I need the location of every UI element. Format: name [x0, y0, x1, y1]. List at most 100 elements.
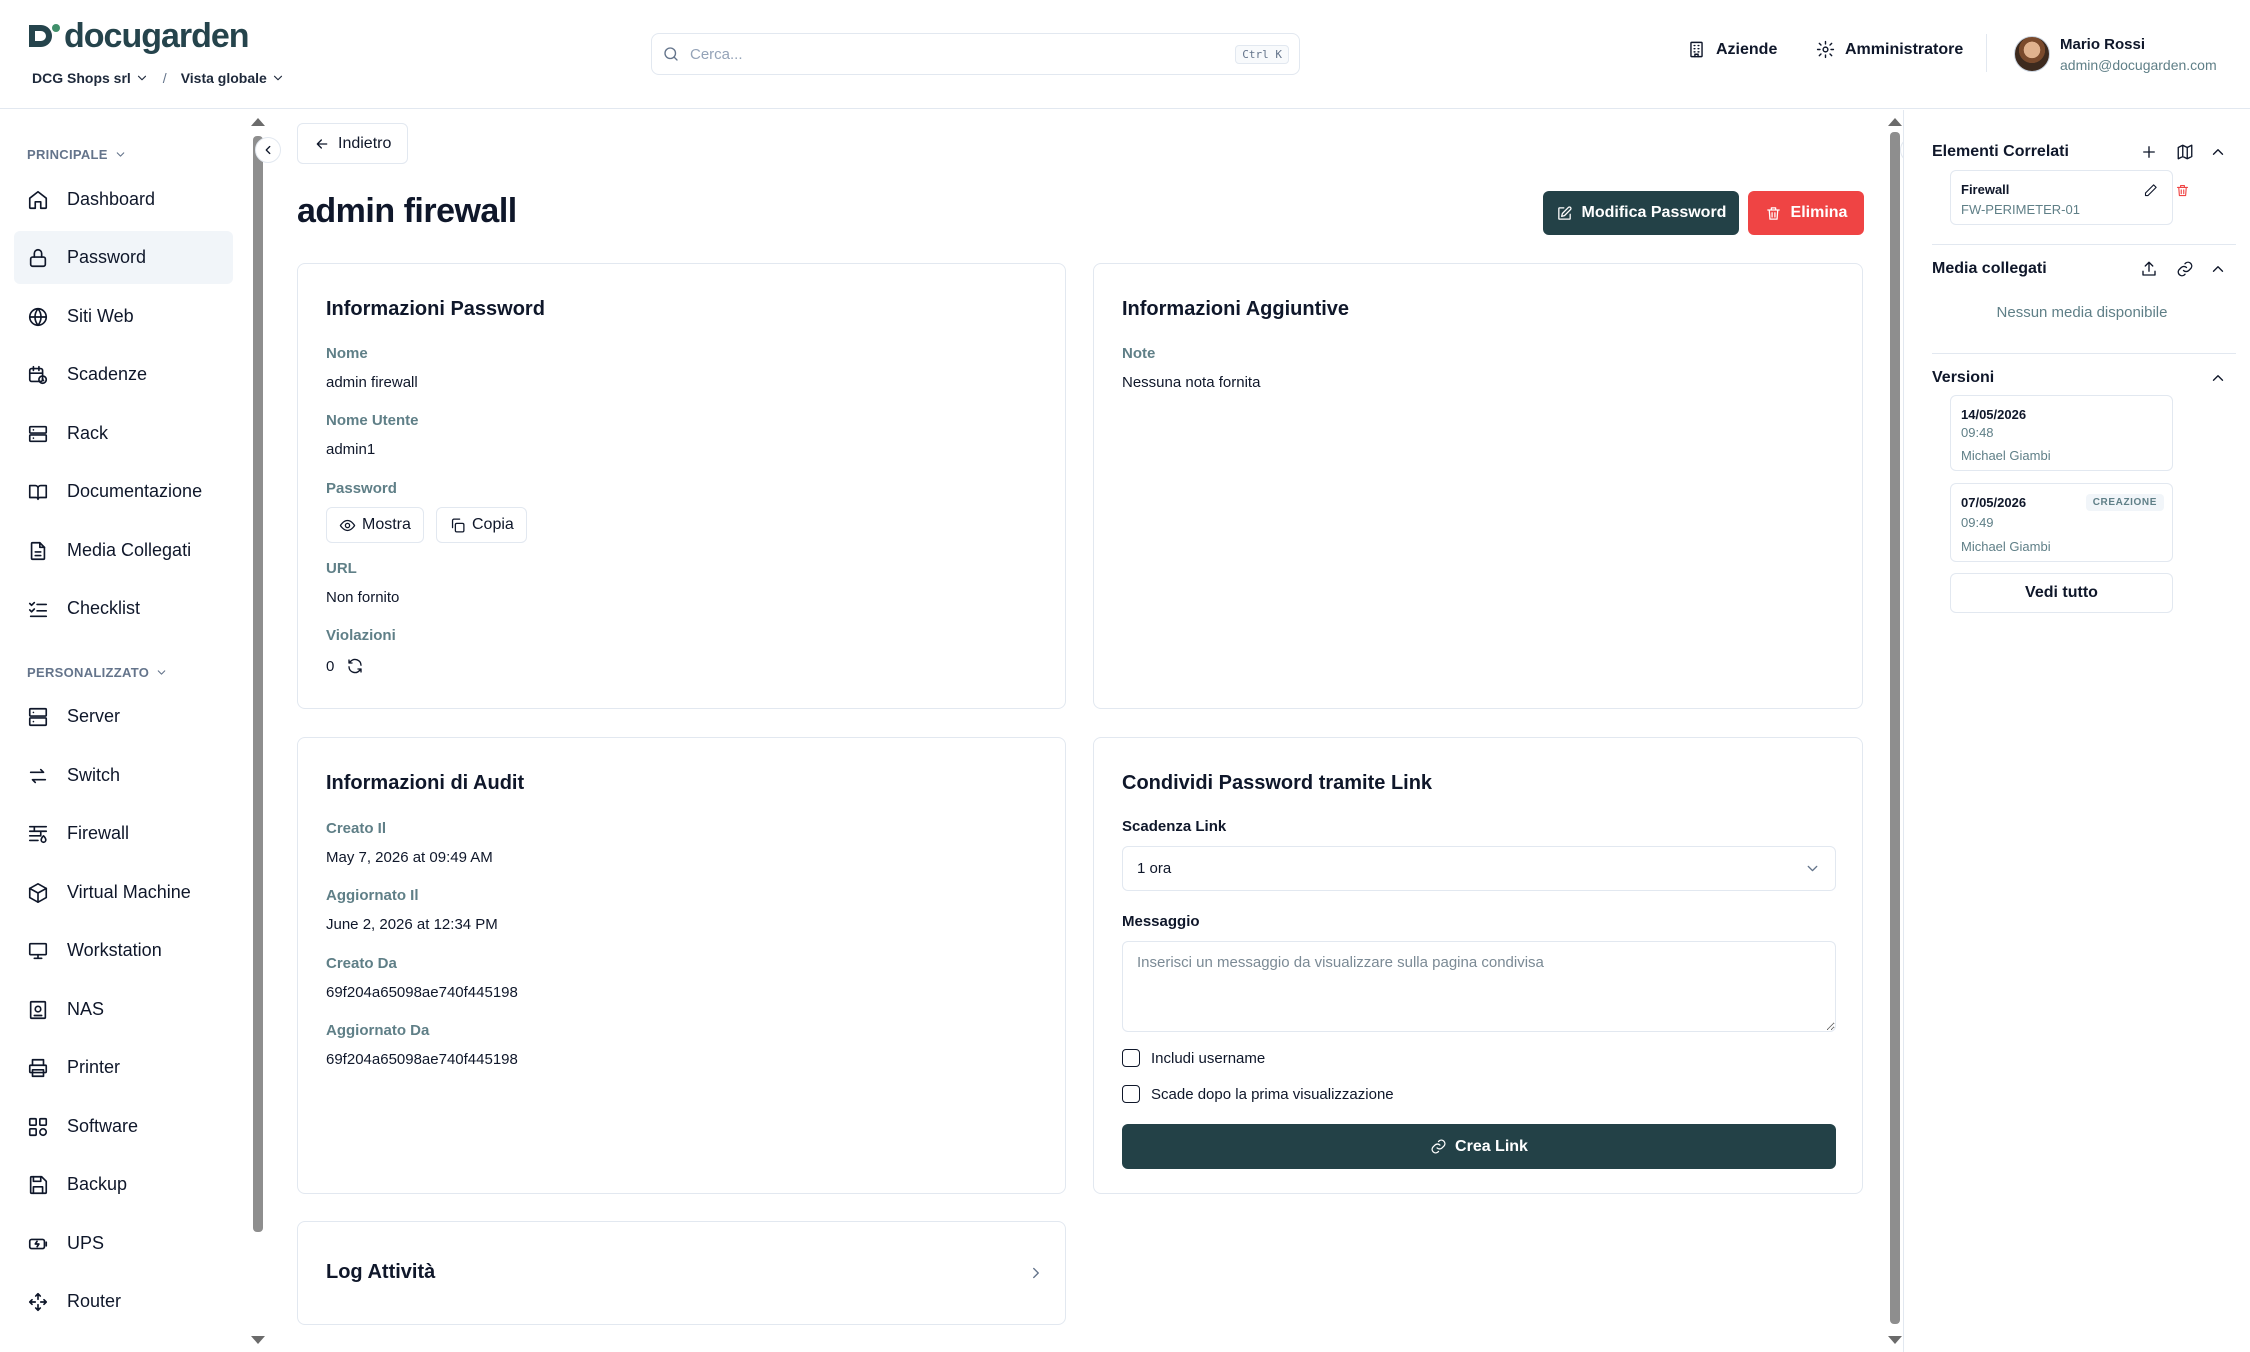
chevron-up-icon — [2212, 266, 2224, 272]
include-username-checkbox[interactable]: Includi username — [1122, 1049, 1265, 1067]
violations-label: Violazioni — [326, 627, 396, 644]
app-logo[interactable]: docugarden — [26, 16, 250, 56]
delete-button[interactable]: Elimina — [1748, 191, 1864, 235]
show-label: Mostra — [362, 516, 411, 533]
upload-icon — [2142, 261, 2156, 276]
expiry-select[interactable]: 1 ora — [1122, 846, 1836, 891]
search-input[interactable] — [690, 45, 1236, 63]
admin-button[interactable]: Amministratore — [1816, 40, 1963, 59]
scrollbar-thumb[interactable] — [1890, 132, 1900, 1324]
message-label: Messaggio — [1122, 913, 1200, 930]
panel-divider — [1932, 353, 2236, 354]
global-search[interactable]: Ctrl K — [651, 33, 1300, 75]
include-username-label: Includi username — [1151, 1049, 1266, 1067]
notes-value: Nessuna nota fornita — [1122, 374, 1261, 391]
section-personalizzato[interactable]: PERSONALIZZATO — [27, 665, 168, 680]
show-password-button[interactable]: Mostra — [326, 507, 424, 543]
sidebar-item-server[interactable]: Server — [14, 690, 233, 743]
expire-after-first-checkbox[interactable]: Scade dopo la prima visualizzazione — [1122, 1085, 1394, 1103]
edit-password-button[interactable]: Modifica Password — [1543, 191, 1739, 235]
version-author: Michael Giambi — [1961, 539, 2051, 554]
collapse-related-toggle[interactable] — [2209, 143, 2227, 161]
upload-button[interactable] — [2140, 260, 2158, 278]
view-label: Vista globale — [180, 70, 267, 86]
sidebar-item-checklist[interactable]: Checklist — [14, 582, 233, 635]
copy-password-button[interactable]: Copia — [436, 507, 527, 543]
sidebar-item-documentazione[interactable]: Documentazione — [14, 465, 233, 518]
right-panel: Elementi Correlati Firewall FW-PERIMETER… — [1903, 110, 2250, 1352]
scrollbar-thumb[interactable] — [253, 136, 263, 1232]
search-icon — [664, 47, 678, 61]
version-date: 07/05/2026 — [1961, 495, 2027, 510]
sidebar-item-backup[interactable]: Backup — [14, 1158, 233, 1211]
sidebar-item-firewall[interactable]: Firewall — [14, 807, 233, 860]
sidebar-item-virtual-machine[interactable]: Virtual Machine — [14, 866, 233, 919]
companies-button[interactable]: Aziende — [1687, 40, 1777, 59]
created-by-value: 69f204a65098ae740f445198 — [326, 984, 518, 1001]
section-principale[interactable]: PRINCIPALE — [27, 147, 127, 162]
create-link-button[interactable]: Crea Link — [1122, 1124, 1836, 1169]
scroll-down-arrow[interactable] — [251, 1336, 265, 1344]
refresh-icon[interactable] — [346, 657, 364, 675]
scroll-up-arrow[interactable] — [251, 118, 265, 126]
chevron-down-icon — [116, 152, 125, 157]
pencil-icon[interactable] — [2143, 183, 2158, 198]
sidebar-item-media-collegati[interactable]: Media Collegati — [14, 524, 233, 577]
created-at-label: Creato Il — [326, 820, 387, 837]
save-icon — [29, 1175, 48, 1194]
checkbox[interactable] — [1122, 1085, 1140, 1103]
related-item-name: FW-PERIMETER-01 — [1961, 202, 2080, 217]
monitor-icon — [28, 942, 48, 959]
sidebar-item-scadenze[interactable]: Scadenze — [14, 348, 233, 401]
sidebar-item-switch[interactable]: Switch — [14, 749, 233, 802]
company-selector[interactable]: DCG Shops srl — [32, 70, 149, 86]
media-empty-text: Nessun media disponibile — [1996, 304, 2168, 321]
name-value: admin firewall — [326, 374, 418, 391]
collapse-media-toggle[interactable] — [2209, 260, 2227, 278]
companies-label: Aziende — [1716, 40, 1778, 58]
scroll-up-arrow[interactable] — [1888, 118, 1902, 126]
updated-by-label: Aggiornato Da — [326, 1022, 430, 1039]
see-all-button[interactable]: Vedi tutto — [1950, 573, 2173, 613]
see-all-label: Vedi tutto — [2025, 584, 2098, 601]
status-badge: CREAZIONE — [2085, 494, 2164, 511]
main-scrollbar[interactable] — [1887, 110, 1903, 1352]
user-name[interactable]: Mario Rossi — [2060, 36, 2145, 53]
gear-icon — [1816, 40, 1835, 59]
sidebar-item-rack[interactable]: Rack — [14, 407, 233, 460]
link-media-button[interactable] — [2176, 260, 2194, 278]
message-textarea[interactable] — [1122, 941, 1836, 1032]
sidebar-scrollbar[interactable] — [250, 110, 266, 1352]
sidebar-item-label: Backup — [67, 1174, 128, 1194]
back-button[interactable]: Indietro — [297, 123, 409, 164]
sidebar-item-router[interactable]: Router — [14, 1275, 233, 1328]
checkbox[interactable] — [1122, 1049, 1140, 1067]
sidebar-item-workstation[interactable]: Workstation — [14, 924, 233, 977]
link-icon — [2177, 261, 2193, 277]
calendar-clock-icon — [28, 365, 48, 384]
sidebar-item-ups[interactable]: UPS — [14, 1217, 233, 1270]
sidebar-item-printer[interactable]: Printer — [14, 1041, 233, 1094]
scroll-down-arrow[interactable] — [1888, 1336, 1902, 1344]
related-item-card[interactable]: Firewall FW-PERIMETER-01 — [1950, 170, 2189, 225]
breadcrumb-separator: / — [162, 70, 167, 86]
collapse-versions-toggle[interactable] — [2209, 369, 2227, 387]
add-icon[interactable] — [2140, 143, 2158, 161]
sidebar-item-label: NAS — [67, 999, 105, 1019]
version-time: 09:49 — [1961, 515, 1994, 530]
version-item[interactable]: 14/05/2026 09:48 Michael Giambi — [1950, 395, 2173, 471]
chevron-right-icon[interactable] — [1027, 1264, 1045, 1282]
sidebar-item-software[interactable]: Software — [14, 1100, 233, 1153]
trash-icon[interactable] — [2175, 183, 2190, 198]
view-selector[interactable]: Vista globale — [181, 70, 285, 86]
sidebar-item-dashboard[interactable]: Dashboard — [14, 173, 233, 226]
sidebar-item-siti-web[interactable]: Siti Web — [14, 290, 233, 343]
chevron-down-icon — [1807, 865, 1818, 872]
avatar[interactable] — [2014, 36, 2050, 72]
sidebar-item-password[interactable]: Password — [14, 231, 233, 284]
version-item[interactable]: 07/05/2026 09:49 Michael Giambi CREAZION… — [1950, 483, 2173, 562]
sidebar-item-nas[interactable]: NAS — [14, 983, 233, 1036]
media-title: Media collegati — [1932, 260, 2047, 277]
map-icon[interactable] — [2176, 143, 2194, 161]
activity-log-card[interactable]: Log Attività — [297, 1221, 1066, 1325]
